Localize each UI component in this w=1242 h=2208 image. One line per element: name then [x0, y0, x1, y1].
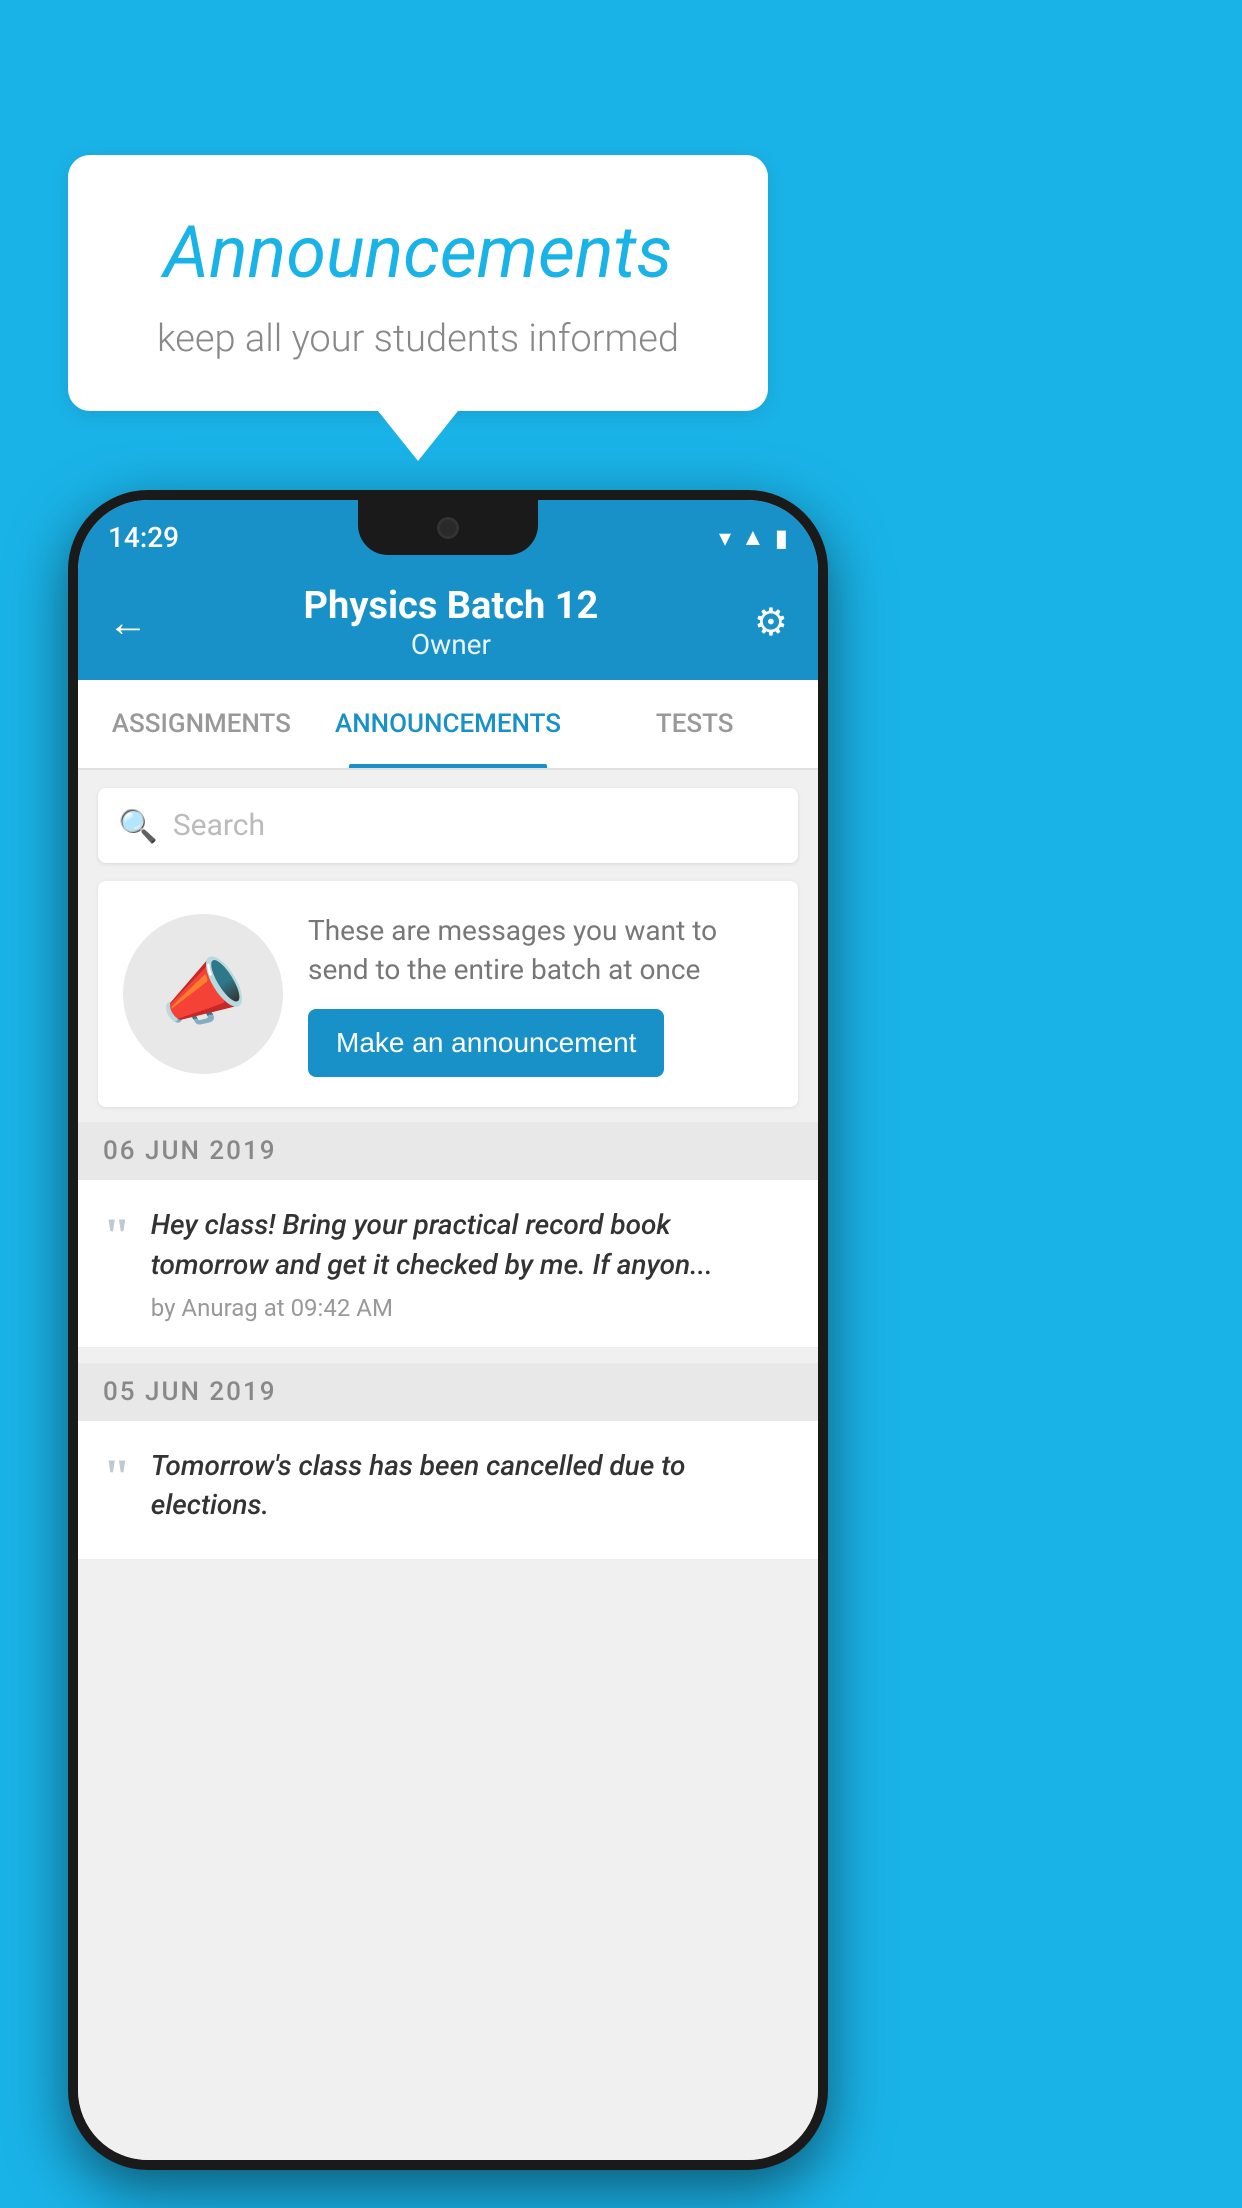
- speech-bubble-title: Announcements: [128, 210, 708, 295]
- speech-bubble-subtitle: keep all your students informed: [128, 317, 708, 361]
- announcement-text-2: Tomorrow's class has been cancelled due …: [151, 1446, 793, 1524]
- signal-icon: ▲: [741, 523, 765, 552]
- back-button[interactable]: ←: [108, 599, 148, 646]
- status-time: 14:29: [108, 511, 179, 554]
- make-announcement-button[interactable]: Make an announcement: [308, 1009, 664, 1077]
- announcement-item-2[interactable]: " Tomorrow's class has been cancelled du…: [78, 1421, 818, 1560]
- promo-content: These are messages you want to send to t…: [308, 911, 773, 1077]
- phone-body: 14:29 ▾ ▲ ▮ ← Physics Batch 12 Owner ⚙: [68, 490, 828, 2170]
- tab-tests[interactable]: TESTS: [571, 680, 818, 768]
- tab-assignments[interactable]: ASSIGNMENTS: [78, 680, 325, 768]
- app-bar-title-container: Physics Batch 12 Owner: [304, 584, 599, 661]
- settings-button[interactable]: ⚙: [754, 600, 788, 645]
- search-icon: 🔍: [118, 807, 158, 845]
- app-bar-subtitle: Owner: [304, 628, 599, 661]
- app-bar-title: Physics Batch 12: [304, 584, 599, 628]
- promo-card: 📣 These are messages you want to send to…: [98, 881, 798, 1107]
- search-placeholder: Search: [173, 808, 265, 843]
- phone-wrapper: 14:29 ▾ ▲ ▮ ← Physics Batch 12 Owner ⚙: [68, 490, 828, 2170]
- status-icons: ▾ ▲ ▮: [719, 513, 788, 552]
- content-area: 🔍 Search 📣 These are messages you want t…: [78, 770, 818, 2160]
- wifi-icon: ▾: [719, 524, 731, 552]
- promo-text: These are messages you want to send to t…: [308, 911, 773, 989]
- date-divider-1: 06 JUN 2019: [78, 1122, 818, 1180]
- date-label-1: 06 JUN 2019: [103, 1136, 277, 1166]
- speech-bubble-tail: [378, 411, 458, 461]
- date-label-2: 05 JUN 2019: [103, 1377, 277, 1407]
- notch: [358, 500, 538, 555]
- search-bar[interactable]: 🔍 Search: [98, 788, 798, 863]
- quote-icon-2: ": [103, 1451, 131, 1501]
- announcement-content-1: Hey class! Bring your practical record b…: [151, 1205, 793, 1321]
- phone-screen: 14:29 ▾ ▲ ▮ ← Physics Batch 12 Owner ⚙: [78, 500, 818, 2160]
- speech-bubble-container: Announcements keep all your students inf…: [68, 155, 768, 461]
- front-camera: [437, 517, 459, 539]
- megaphone-icon: 📣: [153, 946, 253, 1042]
- app-bar: ← Physics Batch 12 Owner ⚙: [78, 565, 818, 680]
- promo-icon-circle: 📣: [123, 914, 283, 1074]
- tabs-container: ASSIGNMENTS ANNOUNCEMENTS TESTS: [78, 680, 818, 770]
- announcement-content-2: Tomorrow's class has been cancelled due …: [151, 1446, 793, 1534]
- tab-announcements[interactable]: ANNOUNCEMENTS: [325, 680, 572, 768]
- announcement-item-1[interactable]: " Hey class! Bring your practical record…: [78, 1180, 818, 1347]
- quote-icon-1: ": [103, 1210, 131, 1260]
- announcement-text-1: Hey class! Bring your practical record b…: [151, 1205, 793, 1283]
- battery-icon: ▮: [775, 524, 788, 552]
- date-divider-2: 05 JUN 2019: [78, 1363, 818, 1421]
- speech-bubble: Announcements keep all your students inf…: [68, 155, 768, 411]
- announcement-author-1: by Anurag at 09:42 AM: [151, 1294, 793, 1322]
